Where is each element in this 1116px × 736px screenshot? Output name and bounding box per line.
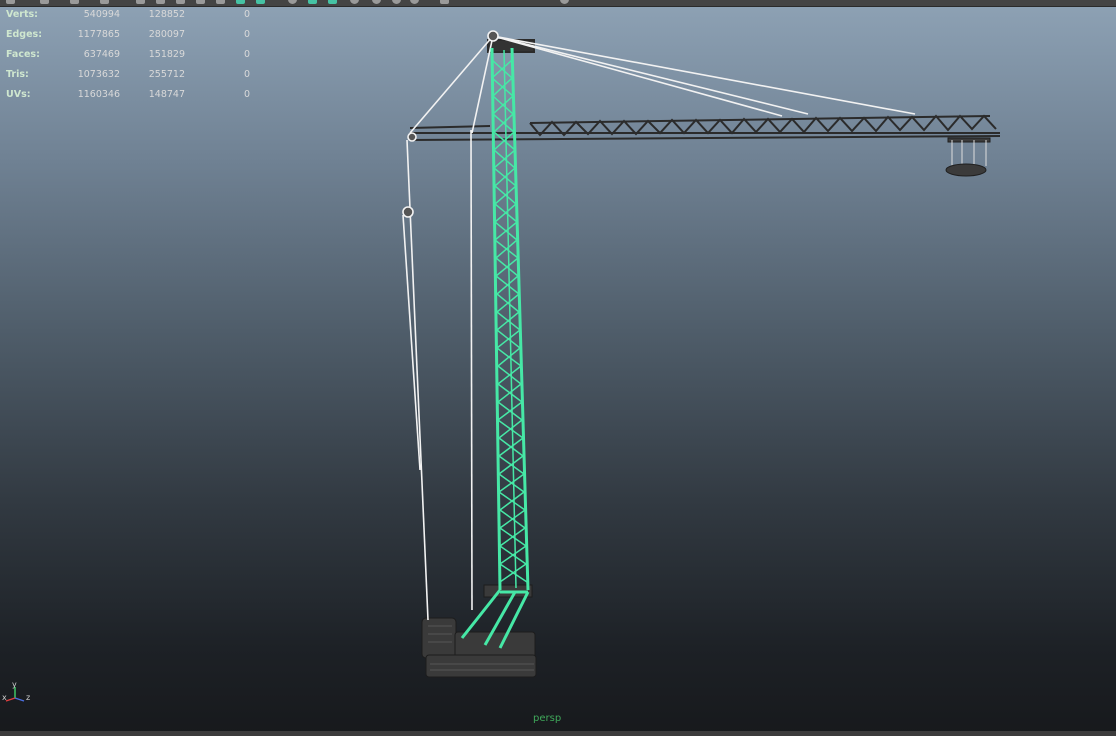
hook-block[interactable]	[945, 137, 991, 177]
axis-z-label: z	[26, 693, 31, 702]
axis-y-label: y	[12, 680, 17, 689]
axis-gizmo: y x z	[2, 680, 32, 708]
camera-name-label: persp	[533, 713, 562, 724]
viewport-bottom-border	[0, 731, 1116, 736]
viewport-scene[interactable]	[0, 0, 1116, 736]
crane-base[interactable]	[421, 584, 537, 678]
axis-x-label: x	[2, 693, 7, 702]
